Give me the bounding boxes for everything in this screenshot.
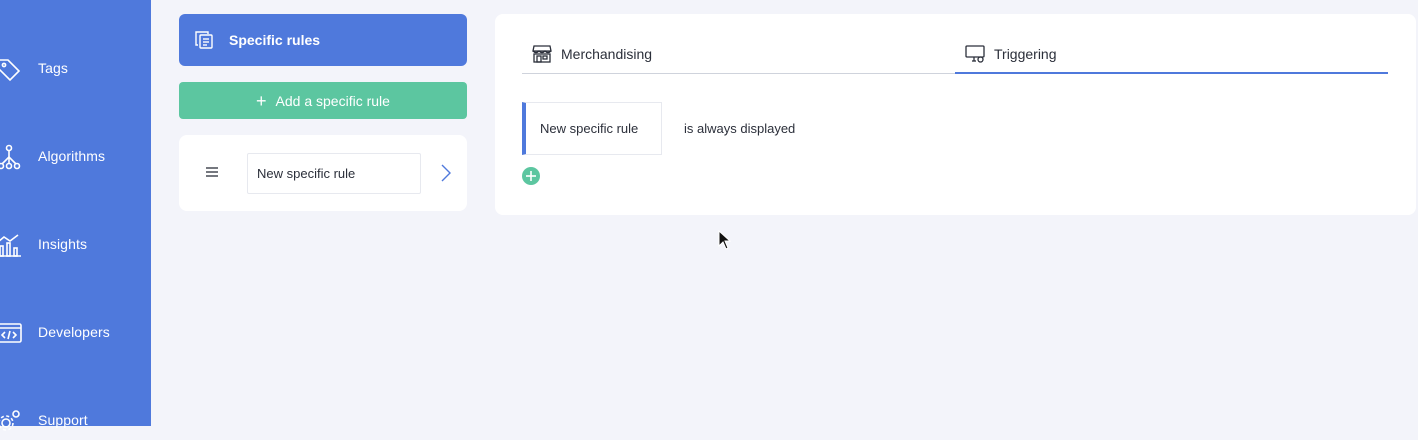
sidebar-item-support[interactable]: Support	[0, 400, 151, 440]
trigger-rule-chip[interactable]: New specific rule	[522, 102, 662, 155]
monitor-icon	[965, 45, 985, 63]
tab-label: Merchandising	[561, 46, 653, 62]
specific-rules-header: Specific rules	[179, 14, 467, 66]
sidebar-item-label: Algorithms	[38, 148, 106, 164]
plus-icon	[526, 171, 536, 181]
drag-handle-icon[interactable]	[205, 165, 219, 179]
editor-tabs: Merchandising Triggering	[522, 34, 1388, 74]
chart-icon	[0, 232, 22, 258]
tag-icon	[0, 56, 22, 82]
tab-triggering[interactable]: Triggering	[965, 34, 1057, 74]
sidebar-item-tags[interactable]: Tags	[0, 48, 151, 88]
sidebar-item-label: Insights	[38, 236, 88, 252]
gear-icon	[0, 408, 22, 434]
mouse-cursor-icon	[718, 229, 732, 250]
active-tab-indicator	[955, 72, 1388, 74]
sidebar-item-insights[interactable]: Insights	[0, 224, 151, 264]
sidebar-item-label: Developers	[38, 324, 110, 340]
add-trigger-button[interactable]	[522, 167, 540, 185]
algorithm-tree-icon	[0, 144, 22, 170]
chevron-right-icon[interactable]	[439, 163, 453, 183]
sidebar-item-algorithms[interactable]: Algorithms	[0, 136, 151, 176]
store-icon	[532, 45, 552, 63]
specific-rules-title: Specific rules	[229, 32, 321, 48]
rule-name-input[interactable]	[247, 153, 421, 194]
code-icon	[0, 320, 22, 346]
rule-editor-panel: Merchandising Triggering New specific ru…	[495, 14, 1416, 215]
sidebar-item-label: Tags	[38, 60, 68, 76]
tab-label: Triggering	[994, 46, 1057, 62]
trigger-description: is always displayed	[684, 121, 796, 136]
sidebar-item-developers[interactable]: Developers	[0, 312, 151, 352]
add-specific-rule-label: Add a specific rule	[275, 92, 390, 109]
plus-icon: +	[256, 90, 267, 111]
add-specific-rule-button[interactable]: + Add a specific rule	[179, 82, 467, 119]
rule-list-item	[179, 135, 467, 211]
sidebar: Tags Algorithms Insights Developers Supp…	[0, 0, 151, 431]
copy-pages-icon	[194, 30, 214, 50]
tab-merchandising[interactable]: Merchandising	[532, 34, 652, 74]
